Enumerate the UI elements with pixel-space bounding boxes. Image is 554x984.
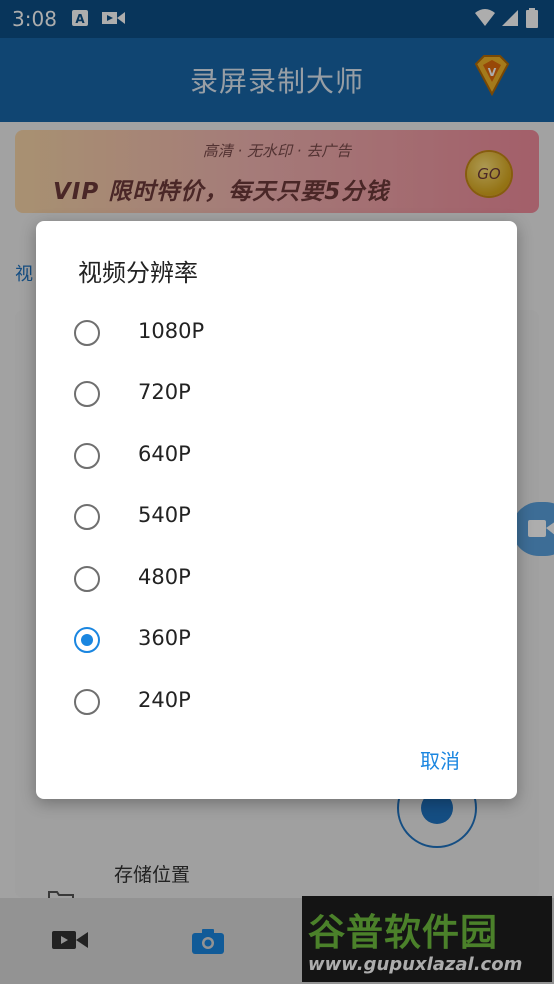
resolution-option-720p[interactable]: 720P	[74, 376, 474, 416]
option-label: 240P	[138, 688, 191, 712]
radio-button[interactable]	[74, 566, 100, 592]
dialog-title: 视频分辨率	[78, 259, 198, 287]
cancel-button[interactable]: 取消	[420, 745, 460, 774]
radio-button[interactable]	[74, 381, 100, 407]
resolution-option-540p[interactable]: 540P	[74, 499, 474, 539]
option-label: 720P	[138, 380, 191, 404]
radio-button[interactable]	[74, 689, 100, 715]
resolution-option-640p[interactable]: 640P	[74, 438, 474, 478]
resolution-option-360p[interactable]: 360P	[74, 622, 474, 662]
option-label: 1080P	[138, 319, 205, 343]
option-label: 540P	[138, 503, 191, 527]
resolution-dialog: 视频分辨率 1080P 720P 640P 540P 480P 360P 240…	[36, 221, 517, 799]
resolution-option-1080p[interactable]: 1080P	[74, 315, 474, 355]
option-label: 640P	[138, 442, 191, 466]
radio-button[interactable]	[74, 504, 100, 530]
radio-button[interactable]	[74, 627, 100, 653]
resolution-option-480p[interactable]: 480P	[74, 561, 474, 601]
option-label: 480P	[138, 565, 191, 589]
radio-button[interactable]	[74, 320, 100, 346]
resolution-option-240p[interactable]: 240P	[74, 684, 474, 724]
option-label: 360P	[138, 626, 191, 650]
radio-button[interactable]	[74, 443, 100, 469]
